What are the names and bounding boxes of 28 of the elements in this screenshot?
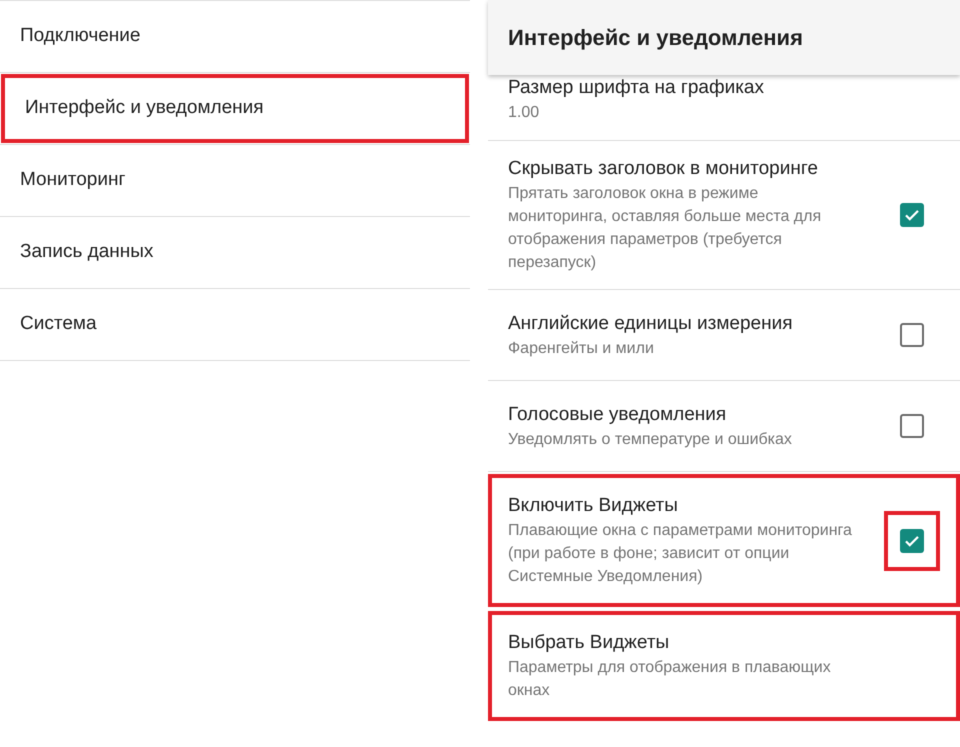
menu-item[interactable]: Интерфейс и уведомления (1, 74, 469, 143)
setting-title: Включить Виджеты (508, 494, 679, 518)
checkbox[interactable] (900, 203, 924, 227)
settings-item[interactable]: Голосовые уведомления Уведомлять о температуре и ошибках (488, 381, 960, 471)
menu-item[interactable]: Система (0, 289, 470, 360)
settings-item[interactable]: Включить Виджеты Плавающие окна с параметрами мониторинга (при работе в фоне; зависит от опции Системные Уведомления) (488, 474, 960, 607)
setting-value: 1.00 (508, 103, 540, 123)
setting-description: Фаренгейты и мили (508, 338, 655, 358)
checkbox[interactable] (900, 414, 924, 438)
setting-title: Голосовые уведомления (508, 402, 728, 426)
setting-title: Скрывать заголовок в мониторинге (508, 157, 819, 181)
settings-item[interactable]: Выбрать Виджеты Параметры для отображения в плавающих окнах (488, 611, 960, 721)
settings-item[interactable]: Английские единицы измерения Фаренгейты и мили (488, 290, 960, 380)
settings-item[interactable]: Размер шрифта на графиках 1.00 (488, 75, 960, 140)
setting-title: Размер шрифта на графиках (508, 76, 765, 100)
checkbox[interactable] (900, 323, 924, 347)
setting-title: Английские единицы измерения (508, 312, 794, 336)
setting-title: Выбрать Виджеты (508, 631, 670, 655)
setting-description: Плавающие окна с параметрами мониторинга (при работе в фоне; зависит от опции Системные Уведомления) (508, 521, 853, 587)
settings-item[interactable]: Скрывать заголовок в мониторинге Прятать заголовок окна в режиме мониторинга, оставляя больше места для отображения параметров (требуется перезапуск) (488, 141, 960, 289)
menu-item[interactable]: Запись данных (0, 217, 470, 288)
menu-item[interactable]: Мониторинг (0, 145, 470, 216)
setting-description: Параметры для отображения в плавающих окнах (508, 658, 832, 701)
checkbox[interactable] (900, 528, 924, 552)
setting-description: Уведомлять о температуре и ошибках (508, 430, 793, 450)
screen-title: Интерфейс и уведомления (508, 24, 803, 52)
setting-description: Прятать заголовок окна в режиме мониторинга, оставляя больше места для отображения параметров (требуется перезапуск) (508, 184, 822, 273)
menu-item[interactable]: Подключение (0, 1, 470, 72)
